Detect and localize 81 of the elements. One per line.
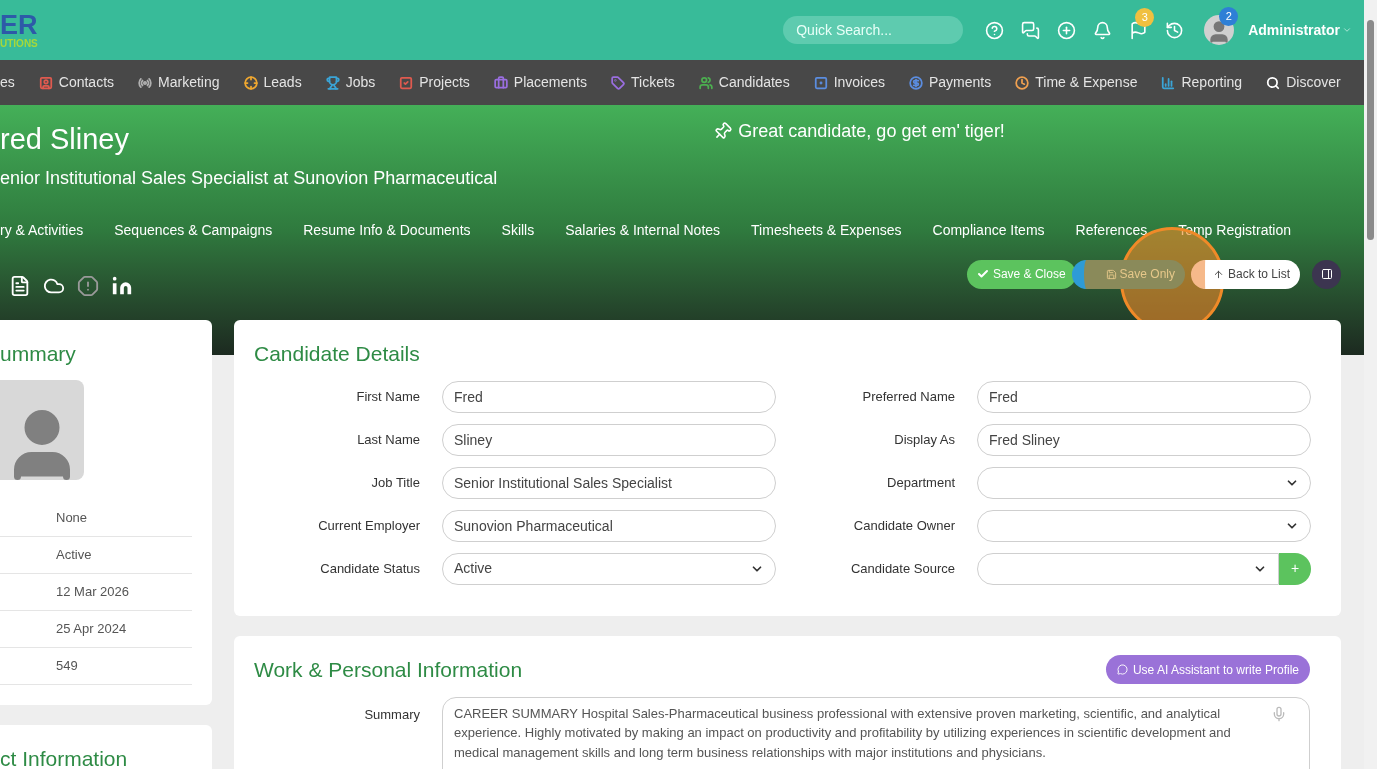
- nav-item[interactable]: Contacts: [38, 72, 115, 93]
- select-field[interactable]: [977, 552, 1279, 585]
- summary-value: 25 Apr 2024: [56, 619, 127, 638]
- summary-value: None: [56, 508, 88, 527]
- nav-item[interactable]: es: [0, 72, 15, 93]
- notification-badge: 3: [1135, 7, 1155, 27]
- field-label: Last Name: [356, 430, 420, 449]
- select-field[interactable]: [977, 466, 1311, 499]
- add-icon[interactable]: [1057, 20, 1077, 40]
- summary-textarea[interactable]: [442, 696, 1310, 769]
- record-tab[interactable]: Timesheets & Expenses: [751, 220, 902, 241]
- field-label: Preferred Name: [861, 387, 955, 406]
- select-field[interactable]: [977, 509, 1311, 542]
- field-label: Summary: [363, 705, 420, 724]
- select-field[interactable]: Active: [442, 552, 776, 585]
- text-field[interactable]: Senior Institutional Sales Specialist: [442, 466, 776, 499]
- search-field[interactable]: Quick Search...: [783, 16, 964, 44]
- record-tab[interactable]: Resume Info & Documents: [303, 220, 471, 241]
- microphone-icon[interactable]: [1271, 705, 1287, 722]
- caret-icon: [1342, 25, 1352, 35]
- nav-item[interactable]: Leads: [243, 72, 302, 93]
- nav-item[interactable]: Tickets: [611, 72, 675, 93]
- field-label: Candidate Source: [849, 559, 955, 578]
- record-tab[interactable]: ry & Activities: [0, 220, 84, 241]
- logo-text: ER: [0, 11, 38, 39]
- check-icon: [976, 268, 989, 280]
- pinned-note: Great candidate, go get em' tiger!: [738, 119, 1005, 143]
- field-label: Display As: [893, 430, 955, 449]
- flag-icon[interactable]: [1129, 20, 1149, 40]
- alert-icon[interactable]: [77, 275, 99, 297]
- text-field[interactable]: Sunovion Pharmaceutical: [442, 509, 776, 542]
- record-tab[interactable]: References: [1075, 220, 1148, 241]
- summary-value: 12 Mar 2026: [56, 582, 129, 601]
- panel-toggle-button[interactable]: [1312, 259, 1341, 289]
- field-label: Department: [886, 473, 955, 492]
- nav-item[interactable]: Candidates: [698, 72, 790, 93]
- field-label: Candidate Status: [319, 559, 420, 578]
- chat-icon[interactable]: [1021, 20, 1041, 40]
- record-tab[interactable]: Skills: [501, 220, 535, 241]
- nav-item[interactable]: Time & Expense: [1015, 72, 1138, 93]
- nav-item[interactable]: Invoices: [813, 72, 885, 93]
- text-field[interactable]: Fred: [977, 380, 1311, 413]
- ai-assistant-button[interactable]: Use AI Assistant to write Profile: [1105, 655, 1310, 685]
- text-field[interactable]: Fred Sliney: [977, 423, 1311, 456]
- summary-text: CAREER SUMMARY Hospital Sales-Pharmaceutical business professional with extensive proven marketing, scientific, and analytical experience. Highly motivated by making an impact on productivity and profitability by utilizing experiences in scientific development and medical management skills and long term business relationships with major institutions and physicians.: [454, 704, 1232, 762]
- candidate-name: red Sliney: [0, 125, 130, 154]
- summary-value: 549: [56, 656, 78, 675]
- field-label: Candidate Owner: [852, 516, 955, 535]
- field-label: First Name: [355, 387, 420, 406]
- card-title: ummary: [0, 341, 77, 367]
- nav-item[interactable]: Payments: [909, 72, 992, 93]
- logo-subtext: UTIONS: [0, 38, 38, 49]
- notifications-icon[interactable]: [1093, 20, 1113, 40]
- nav-item[interactable]: Discover: [1266, 72, 1341, 93]
- field-label: Current Employer: [317, 516, 420, 535]
- chat-icon: [1116, 664, 1128, 676]
- card-title: Candidate Details: [254, 341, 421, 367]
- save-icon: [1105, 268, 1117, 280]
- notification-badge: 2: [1219, 7, 1239, 26]
- text-field[interactable]: Fred: [442, 380, 776, 413]
- help-icon[interactable]: [985, 20, 1005, 40]
- candidate-subtitle: enior Institutional Sales Specialist at Sunovion Pharmaceutical: [0, 167, 498, 190]
- record-tab[interactable]: Sequences & Campaigns: [114, 220, 273, 241]
- document-icon[interactable]: [9, 275, 31, 297]
- text-field[interactable]: Sliney: [442, 423, 776, 456]
- record-tab[interactable]: Compliance Items: [932, 220, 1045, 241]
- field-label: Job Title: [370, 473, 420, 492]
- side-panel-icon: [1320, 268, 1333, 280]
- card-title: ct Information: [0, 746, 129, 769]
- nav-item[interactable]: Marketing: [138, 72, 220, 93]
- arrow-up-icon: [1212, 268, 1224, 280]
- history-icon[interactable]: [1165, 20, 1185, 40]
- nav-item[interactable]: Projects: [399, 72, 470, 93]
- summary-value: Active: [56, 545, 92, 564]
- card-title: Work & Personal Information: [254, 657, 523, 683]
- nav-item[interactable]: Reporting: [1161, 72, 1243, 93]
- record-tab[interactable]: Salaries & Internal Notes: [565, 220, 721, 241]
- back-to-list-button[interactable]: Back to List: [1190, 259, 1300, 289]
- linkedin-icon[interactable]: [111, 275, 133, 297]
- nav-item[interactable]: Placements: [493, 72, 587, 93]
- nav-item[interactable]: Jobs: [325, 72, 376, 93]
